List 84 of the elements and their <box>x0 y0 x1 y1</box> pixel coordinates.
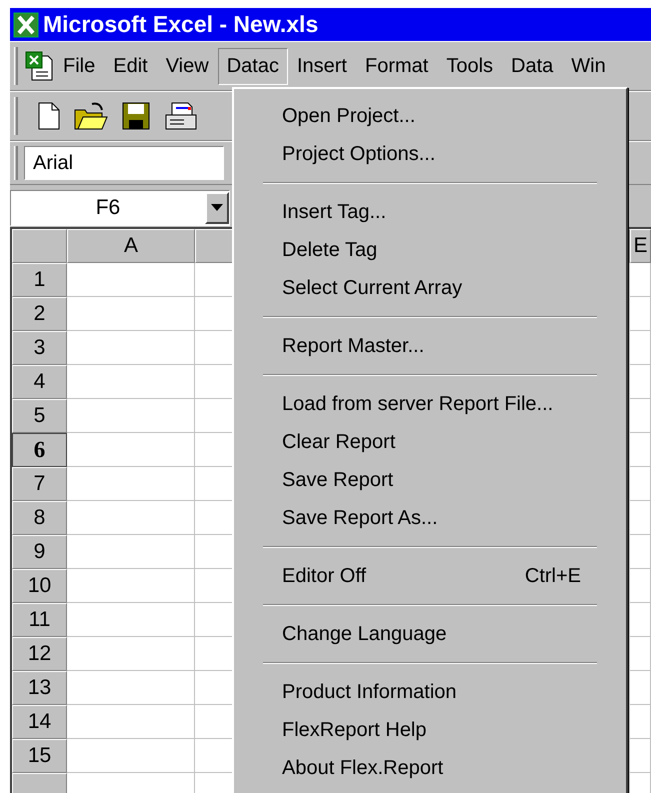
menu-option[interactable]: Project Options... <box>237 135 623 173</box>
row-header[interactable]: 6 <box>12 433 67 467</box>
sheet-cell[interactable] <box>630 637 651 671</box>
menu-option[interactable]: Delete Tag <box>237 231 623 269</box>
row-header[interactable]: 7 <box>12 467 67 501</box>
menu-option[interactable]: FlexReport Help <box>237 711 623 749</box>
menu-item[interactable]: Tools <box>437 48 502 84</box>
menu-option[interactable]: Load from server Report File... <box>237 385 623 423</box>
sheet-cell[interactable] <box>630 535 651 569</box>
sheet-cell[interactable] <box>630 467 651 501</box>
sheet-cell[interactable] <box>630 297 651 331</box>
row-header[interactable]: 8 <box>12 501 67 535</box>
excel-logo-icon <box>13 12 39 38</box>
sheet-cell[interactable] <box>630 365 651 399</box>
shortcut-text: Ctrl+E <box>524 564 581 588</box>
caret-icon <box>211 204 223 211</box>
menu-option[interactable]: Clear Report <box>237 423 623 461</box>
sheet-cell[interactable] <box>67 331 195 365</box>
sheet-cell[interactable] <box>67 433 195 467</box>
row-header[interactable]: 2 <box>12 297 67 331</box>
sheet-cell[interactable] <box>67 535 195 569</box>
menu-item[interactable]: Insert <box>288 48 356 84</box>
menu-item[interactable]: Datac <box>218 48 288 84</box>
row-header[interactable]: 11 <box>12 603 67 637</box>
new-document-icon[interactable] <box>38 102 60 130</box>
menu-option[interactable]: Report Master... <box>237 327 623 365</box>
menu-option[interactable]: Save Report As... <box>237 499 623 537</box>
column-header[interactable]: A <box>67 229 195 263</box>
column-header[interactable]: E <box>630 229 651 263</box>
menu-option[interactable]: Select Current Array <box>237 269 623 307</box>
sheet-cell[interactable] <box>630 433 651 467</box>
sheet-cell[interactable] <box>67 399 195 433</box>
row-header[interactable]: 4 <box>12 365 67 399</box>
font-name-field[interactable]: Arial <box>24 146 224 180</box>
sheet-cell[interactable] <box>630 331 651 365</box>
sheet-cell[interactable] <box>67 263 195 297</box>
menu-item[interactable]: Win <box>562 48 615 84</box>
row-header[interactable]: 13 <box>12 671 67 705</box>
menu-option[interactable]: Insert Tag... <box>237 193 623 231</box>
menu-option[interactable]: Product Information <box>237 673 623 711</box>
sheet-cell[interactable] <box>630 263 651 297</box>
sheet-cell[interactable] <box>67 705 195 739</box>
menu-item[interactable]: File <box>54 48 104 84</box>
sheet-cell[interactable] <box>630 399 651 433</box>
sheet-cell[interactable] <box>67 297 195 331</box>
select-all-corner[interactable] <box>12 229 67 263</box>
menu-item[interactable]: View <box>156 48 218 84</box>
row-header[interactable]: 9 <box>12 535 67 569</box>
sheet-cell[interactable] <box>630 569 651 603</box>
print-icon[interactable] <box>164 101 198 131</box>
sheet-cell[interactable] <box>67 671 195 705</box>
row-header[interactable]: 12 <box>12 637 67 671</box>
sheet-cell[interactable] <box>630 603 651 637</box>
sheet-cell[interactable] <box>67 365 195 399</box>
row-header[interactable]: 3 <box>12 331 67 365</box>
sheet-cell[interactable] <box>67 603 195 637</box>
menu-option[interactable]: Editor Off Ctrl+E <box>237 557 623 595</box>
sheet-cell[interactable] <box>67 467 195 501</box>
save-icon[interactable] <box>122 102 150 130</box>
row-header[interactable]: 14 <box>12 705 67 739</box>
menu-option[interactable]: Open Project... <box>237 97 623 135</box>
sheet-cell[interactable] <box>67 569 195 603</box>
window-title: Microsoft Excel - New.xls <box>43 11 318 38</box>
menu-option[interactable]: Save Report <box>237 461 623 499</box>
row-header[interactable]: 10 <box>12 569 67 603</box>
sheet-cell[interactable] <box>67 739 195 773</box>
name-box[interactable]: F6 <box>10 190 230 226</box>
row-header[interactable]: 5 <box>12 399 67 433</box>
menu-item[interactable]: Data <box>502 48 562 84</box>
folder-icon[interactable] <box>74 102 108 130</box>
menu-option[interactable]: About Flex.Report <box>237 749 623 787</box>
menu-option[interactable]: Change Language <box>237 615 623 653</box>
dropdown-button[interactable] <box>205 192 229 224</box>
sheet-cell[interactable] <box>630 501 651 535</box>
menu-item[interactable]: Format <box>356 48 438 84</box>
menu-item[interactable]: Edit <box>104 48 157 84</box>
sheet-cell[interactable] <box>67 501 195 535</box>
workbook-icon[interactable] <box>24 50 54 82</box>
sheet-cell[interactable] <box>630 705 651 739</box>
sheet-cell[interactable] <box>67 637 195 671</box>
sheet-cell[interactable] <box>630 671 651 705</box>
row-header[interactable]: 15 <box>12 739 67 773</box>
row-header[interactable]: 1 <box>12 263 67 297</box>
sheet-cell[interactable] <box>630 739 651 773</box>
